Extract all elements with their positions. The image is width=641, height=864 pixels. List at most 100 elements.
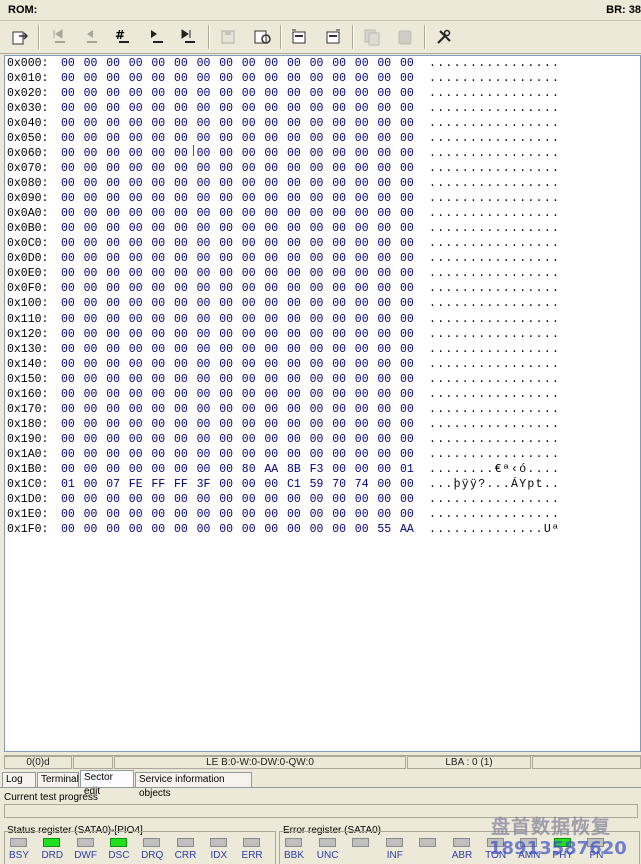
prev-sector-button[interactable] [78, 25, 102, 49]
hex-byte[interactable]: 00 [61, 388, 75, 401]
hex-byte[interactable]: 00 [151, 192, 165, 205]
hex-byte[interactable]: 00 [151, 57, 165, 70]
hex-byte[interactable]: 00 [287, 102, 301, 115]
hex-byte[interactable]: 00 [129, 297, 143, 310]
hex-byte[interactable]: 00 [400, 102, 414, 115]
hex-byte[interactable]: 07 [106, 478, 120, 491]
hex-byte[interactable]: 00 [264, 493, 278, 506]
hex-byte[interactable]: 00 [151, 448, 165, 461]
hex-byte[interactable]: 00 [310, 147, 324, 160]
hex-byte[interactable]: 00 [242, 523, 256, 536]
hex-byte[interactable]: 00 [310, 132, 324, 145]
hex-byte[interactable]: 00 [377, 463, 391, 476]
hex-byte[interactable]: 00 [264, 267, 278, 280]
hex-byte[interactable]: 00 [61, 403, 75, 416]
hex-byte[interactable]: 00 [61, 177, 75, 190]
hex-byte[interactable]: 00 [400, 493, 414, 506]
hex-byte[interactable]: 00 [400, 237, 414, 250]
save-button[interactable] [216, 25, 240, 49]
hex-byte[interactable]: 00 [106, 373, 120, 386]
hex-ascii[interactable]: ................ [429, 418, 560, 431]
hex-byte[interactable]: 00 [84, 57, 98, 70]
hex-byte[interactable]: 00 [219, 373, 233, 386]
hex-byte[interactable]: 00 [129, 448, 143, 461]
hex-byte[interactable]: 00 [219, 222, 233, 235]
hex-ascii[interactable]: ................ [429, 282, 560, 295]
hex-byte[interactable]: 00 [129, 463, 143, 476]
hex-byte[interactable]: 00 [197, 373, 211, 386]
hex-byte[interactable]: 00 [106, 448, 120, 461]
hex-byte[interactable]: 00 [264, 478, 278, 491]
hex-byte[interactable]: 00 [106, 508, 120, 521]
save-as-button[interactable] [250, 25, 274, 49]
hex-byte[interactable]: 00 [242, 313, 256, 326]
hex-byte[interactable]: 59 [310, 478, 324, 491]
hex-byte[interactable]: 00 [242, 343, 256, 356]
hex-byte[interactable]: 00 [355, 508, 369, 521]
hex-byte[interactable]: 00 [151, 222, 165, 235]
hex-byte[interactable]: 00 [355, 162, 369, 175]
hex-byte[interactable]: 00 [242, 132, 256, 145]
hex-byte[interactable]: 00 [264, 388, 278, 401]
hex-byte[interactable]: C1 [287, 478, 301, 491]
hex-byte[interactable]: 00 [355, 252, 369, 265]
hex-byte[interactable]: 00 [219, 403, 233, 416]
hex-byte[interactable]: 74 [355, 478, 369, 491]
hex-byte[interactable]: 00 [310, 57, 324, 70]
hex-byte[interactable]: 00 [151, 358, 165, 371]
hex-byte[interactable]: 00 [84, 162, 98, 175]
hex-byte[interactable]: 00 [310, 102, 324, 115]
hex-byte[interactable]: 00 [129, 252, 143, 265]
hex-byte[interactable]: 00 [310, 493, 324, 506]
hex-byte[interactable]: 00 [264, 297, 278, 310]
hex-byte[interactable]: 00 [129, 132, 143, 145]
hex-byte[interactable]: 00 [61, 297, 75, 310]
hex-byte[interactable]: 00 [219, 57, 233, 70]
hex-byte[interactable]: 00 [129, 388, 143, 401]
hex-byte[interactable]: 00 [264, 162, 278, 175]
hex-byte[interactable]: 00 [219, 297, 233, 310]
hex-ascii[interactable]: ................ [429, 252, 560, 265]
hex-byte[interactable]: 00 [129, 508, 143, 521]
hex-byte[interactable]: 00 [84, 448, 98, 461]
hex-byte[interactable]: 00 [355, 297, 369, 310]
hex-byte[interactable]: 00 [310, 72, 324, 85]
hex-byte[interactable]: 00 [377, 282, 391, 295]
hex-byte[interactable]: 00 [84, 313, 98, 326]
hex-byte[interactable]: 00 [287, 162, 301, 175]
hex-byte[interactable]: 00 [84, 523, 98, 536]
hex-byte[interactable]: 00 [197, 57, 211, 70]
hex-byte[interactable]: 00 [84, 478, 98, 491]
hex-byte[interactable]: 00 [310, 343, 324, 356]
hex-byte[interactable]: 00 [400, 403, 414, 416]
hex-byte[interactable]: 00 [287, 132, 301, 145]
hex-byte[interactable]: 00 [377, 192, 391, 205]
hex-ascii[interactable]: ................ [429, 162, 560, 175]
hex-byte[interactable]: 00 [400, 162, 414, 175]
hex-ascii[interactable]: ................ [429, 117, 560, 130]
hex-byte[interactable]: 00 [174, 523, 188, 536]
hex-byte[interactable]: 00 [355, 132, 369, 145]
hex-byte[interactable]: 00 [355, 343, 369, 356]
hex-byte[interactable]: 00 [61, 343, 75, 356]
hex-byte[interactable]: 00 [84, 508, 98, 521]
hex-byte[interactable]: 00 [61, 192, 75, 205]
hex-ascii[interactable]: ................ [429, 72, 560, 85]
hex-byte[interactable]: 00 [197, 102, 211, 115]
hex-byte[interactable]: 00 [355, 448, 369, 461]
hex-byte[interactable]: 00 [400, 207, 414, 220]
hex-byte[interactable]: 00 [377, 403, 391, 416]
hex-byte[interactable]: 00 [197, 358, 211, 371]
hex-byte[interactable]: 00 [106, 162, 120, 175]
hex-byte[interactable]: 01 [61, 478, 75, 491]
hex-byte[interactable]: 00 [400, 147, 414, 160]
hex-byte[interactable]: 00 [106, 72, 120, 85]
hex-byte[interactable]: 00 [151, 102, 165, 115]
hex-byte[interactable]: 00 [84, 72, 98, 85]
hex-byte[interactable]: 00 [129, 102, 143, 115]
hex-byte[interactable]: 00 [151, 87, 165, 100]
hex-byte[interactable]: 00 [242, 192, 256, 205]
hex-byte[interactable]: 00 [129, 87, 143, 100]
hex-byte[interactable]: 00 [242, 478, 256, 491]
hex-byte[interactable]: 00 [151, 147, 165, 160]
